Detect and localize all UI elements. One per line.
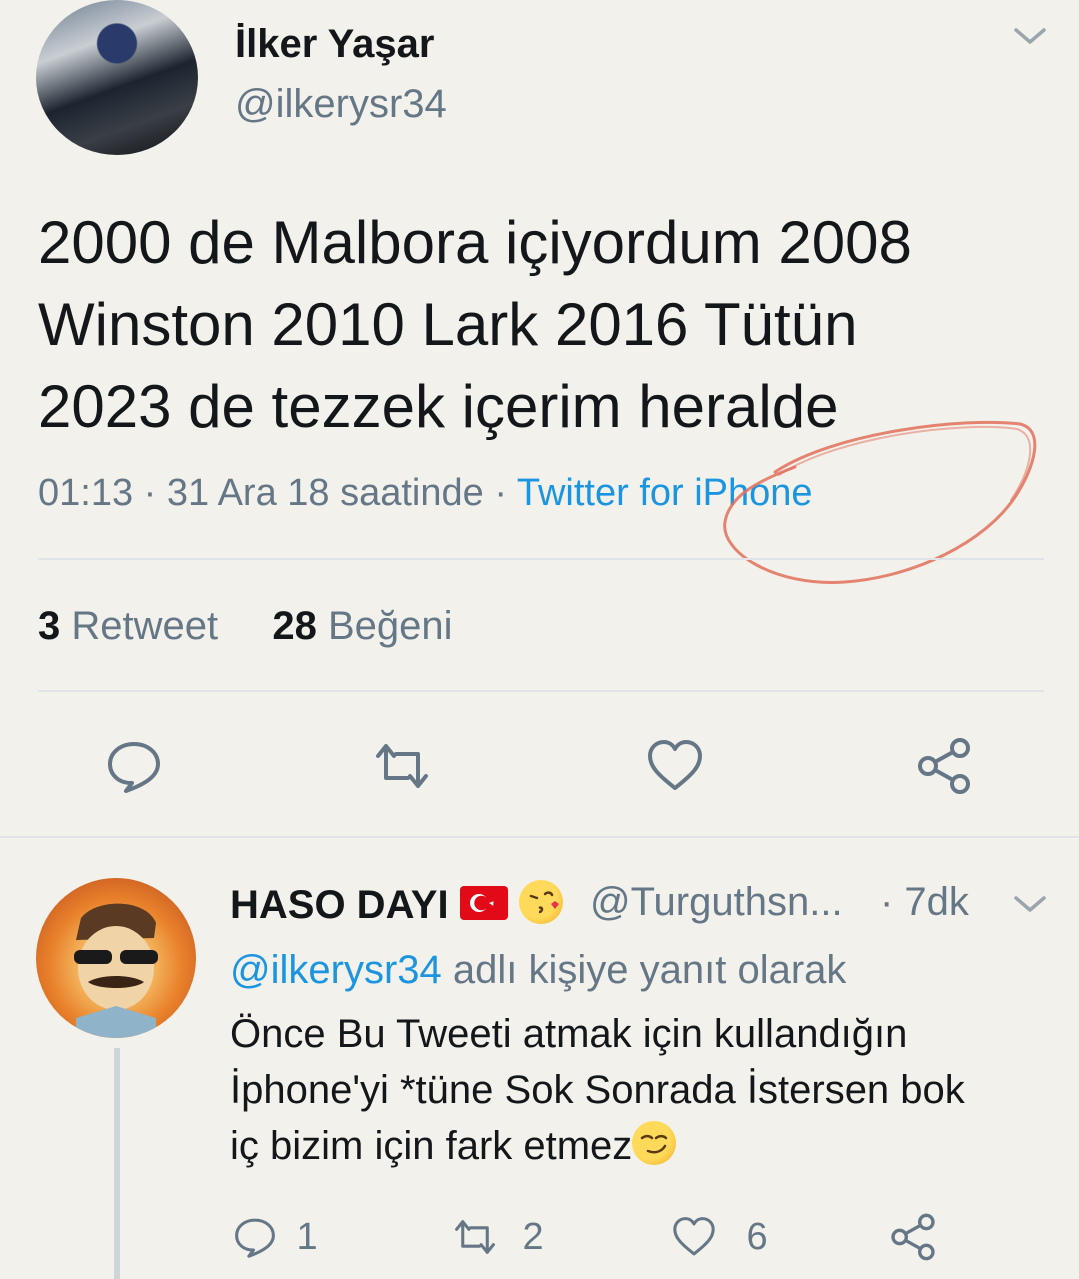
share-icon[interactable] xyxy=(888,1212,938,1262)
tweet-text-line: 2000 de Malbora içiyordum 2008 xyxy=(38,209,912,276)
like-icon xyxy=(673,1217,715,1256)
divider xyxy=(38,690,1044,692)
reply-icon[interactable] xyxy=(104,736,164,796)
reply-text: Önce Bu Tweeti atmak için kullandığın İp… xyxy=(230,1006,1060,1174)
reply-retweet-action[interactable]: 2 xyxy=(450,1214,544,1260)
author-avatar[interactable] xyxy=(36,0,198,155)
reply-retweet-count: 2 xyxy=(522,1215,544,1258)
reply-like-action[interactable]: 6 xyxy=(670,1214,768,1260)
cartoon-face-icon xyxy=(74,903,158,1038)
reply-time[interactable]: · 7dk xyxy=(880,880,969,925)
author-name[interactable]: İlker Yaşar xyxy=(235,22,434,67)
annotation-circle xyxy=(723,420,1037,584)
retweet-stat[interactable]: 3 Retweet xyxy=(38,604,218,648)
like-icon[interactable] xyxy=(645,736,705,796)
reply-text-line: İphone'yi *tüne Sok Sonrada İstersen bok xyxy=(230,1068,965,1112)
retweet-icon[interactable] xyxy=(372,736,432,796)
reply-reply-action[interactable]: 1 xyxy=(232,1214,318,1260)
like-label: Beğeni xyxy=(328,604,453,648)
reply-icon xyxy=(235,1218,275,1258)
reply-text-line: Önce Bu Tweeti atmak için kullandığın xyxy=(230,1012,908,1056)
retweet-count: 3 xyxy=(38,604,61,648)
share-icon[interactable] xyxy=(914,736,974,796)
divider xyxy=(38,558,1044,560)
kissing-face-emoji-icon xyxy=(518,880,563,924)
reply-mention-link[interactable]: @ilkerysr34 xyxy=(230,948,442,992)
smirking-face-emoji-icon xyxy=(632,1121,677,1165)
reply-author-name[interactable]: HASO DAYI xyxy=(230,880,563,928)
tweet-meta: 01:13 · 31 Ara 18 saatinde · Twitter for… xyxy=(38,472,813,515)
reply-author-avatar[interactable] xyxy=(36,878,196,1038)
like-count: 28 xyxy=(272,604,317,648)
reply-author-handle[interactable]: @Turguthsn... xyxy=(590,880,843,925)
reply-text-line: iç bizim için fark etmez xyxy=(230,1124,633,1168)
tweet-text-line: Winston 2010 Lark 2016 Tütün xyxy=(38,291,858,358)
reply-like-count: 6 xyxy=(746,1215,768,1258)
reply-author-name-text: HASO DAYI xyxy=(230,883,449,927)
reply-reply-count: 1 xyxy=(296,1215,318,1258)
retweet-icon xyxy=(455,1220,495,1254)
retweet-label: Retweet xyxy=(71,604,219,648)
chevron-down-icon[interactable] xyxy=(1012,892,1048,916)
replying-to: @ilkerysr34 adlı kişiye yanıt olarak xyxy=(230,948,846,993)
author-handle[interactable]: @ilkerysr34 xyxy=(235,82,447,127)
turkey-flag-icon xyxy=(459,886,508,920)
tweet-stats: 3 Retweet 28 Beğeni xyxy=(38,604,453,649)
reply-prefix-text: adlı kişiye yanıt olarak xyxy=(441,948,847,992)
thread-line xyxy=(114,1048,120,1279)
chevron-down-icon[interactable] xyxy=(1012,24,1048,48)
like-stat[interactable]: 28 Beğeni xyxy=(272,604,452,648)
divider xyxy=(0,836,1079,838)
reply-text-line-last: iç bizim için fark etmez xyxy=(230,1118,1060,1174)
tweet-timestamp[interactable]: 01:13 · 31 Ara 18 saatinde · xyxy=(38,472,517,514)
